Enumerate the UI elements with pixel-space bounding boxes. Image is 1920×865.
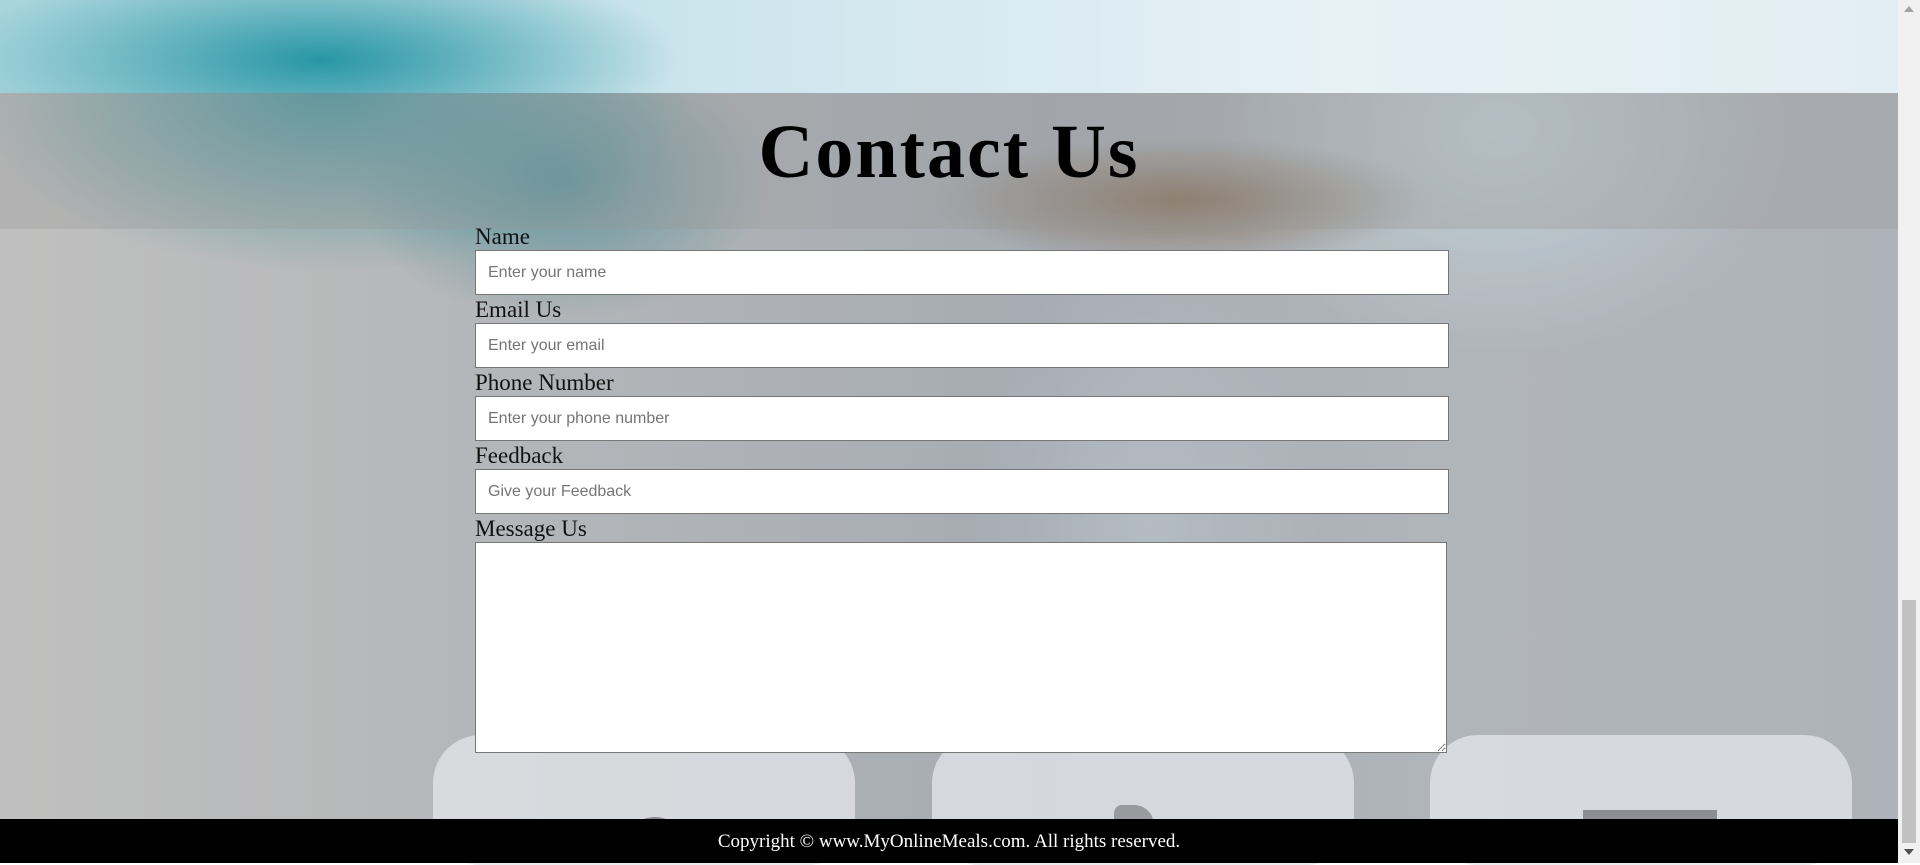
name-label: Name [475, 224, 530, 249]
phone-input[interactable] [475, 396, 1449, 441]
email-label: Email Us [475, 297, 562, 322]
feedback-input[interactable] [475, 469, 1449, 514]
feedback-label: Feedback [475, 443, 564, 468]
name-input[interactable] [475, 250, 1449, 295]
page-title: Contact Us [758, 110, 1140, 194]
background-image-top [0, 0, 1898, 93]
contact-form: Name Email Us Phone Number Feedback Mess… [475, 224, 1449, 753]
vertical-scrollbar[interactable] [1898, 0, 1920, 863]
phone-label: Phone Number [475, 370, 614, 395]
footer: Copyright © www.MyOnlineMeals.com. All r… [0, 819, 1898, 863]
scroll-up-arrow-icon[interactable] [1904, 6, 1914, 12]
scroll-thumb[interactable] [1902, 600, 1916, 843]
message-label: Message Us [475, 516, 587, 541]
email-input[interactable] [475, 323, 1449, 368]
copyright-text: Copyright © www.MyOnlineMeals.com. All r… [717, 831, 1181, 852]
scroll-down-arrow-icon[interactable] [1904, 849, 1914, 855]
message-textarea[interactable] [475, 542, 1447, 753]
